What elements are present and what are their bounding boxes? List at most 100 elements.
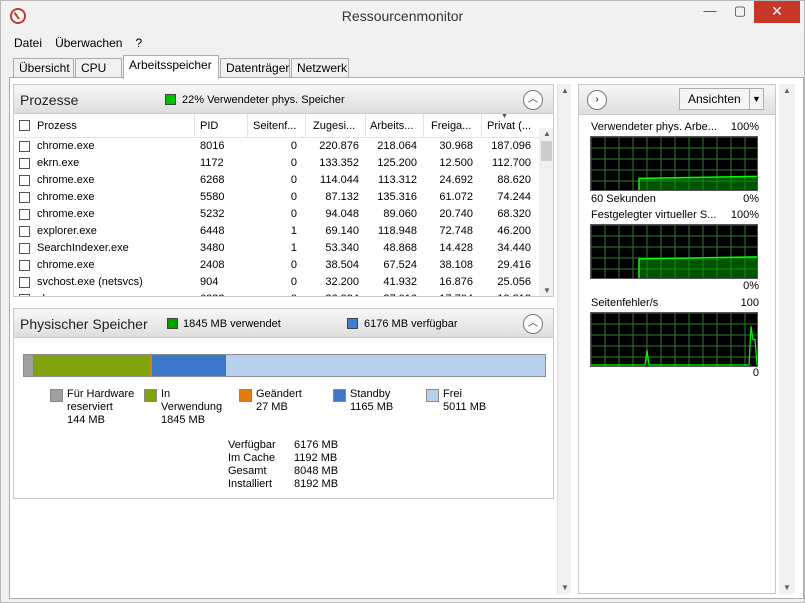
scroll-up-icon[interactable]: ▲ — [561, 86, 569, 95]
scroll-down-icon[interactable]: ▼ — [543, 286, 551, 295]
graph1-timespan: 60 Sekunden — [591, 193, 656, 205]
table-cell: 133.352 — [319, 157, 359, 169]
processes-collapse-button[interactable]: ︿ — [523, 90, 543, 110]
table-row[interactable]: chrome.exe 8016 0 220.876 218.064 30.968 187.0… — [14, 138, 539, 155]
table-cell: 0 — [253, 293, 297, 296]
memory-bar-segment — [24, 355, 33, 376]
table-cell: 46.200 — [497, 225, 531, 237]
tab-content: Prozesse 22% Verwendeter phys. Speicher … — [9, 77, 804, 599]
row-checkbox[interactable] — [19, 226, 30, 237]
table-row[interactable]: SearchIndexer.exe 3480 1 53.340 48.868 14.428… — [14, 240, 539, 257]
table-cell: 0 — [290, 157, 297, 169]
table-cell: explorer.exe — [37, 225, 97, 237]
table-cell: 125.200 — [377, 157, 417, 169]
graph-plot — [591, 225, 757, 278]
table-cell: chrome.exe — [37, 140, 95, 152]
memory-bar-segment — [152, 355, 226, 376]
column-freigabe[interactable]: Freiga... — [431, 120, 481, 132]
row-checkbox[interactable] — [19, 192, 30, 203]
table-cell: 6268 — [200, 174, 225, 186]
memory-summary: Verfügbar 6176 MB Im Cache 1192 MB Gesamt 8… — [228, 439, 339, 490]
legend-hardware-reserved: Für Hardware reserviert 144 MB — [50, 388, 134, 427]
graph-plot — [591, 137, 757, 190]
table-cell: 68.320 — [497, 208, 531, 220]
table-cell: 114.044 — [320, 174, 359, 186]
scroll-up-icon[interactable]: ▲ — [543, 129, 551, 138]
maximize-button[interactable]: ▢ — [725, 1, 755, 23]
graph3-max: 100 — [740, 297, 759, 309]
table-cell: 1 — [290, 242, 297, 254]
minimize-button[interactable]: — — [695, 1, 725, 23]
table-cell: 5232 — [200, 208, 225, 220]
column-seitenfehler[interactable]: Seitenf... — [253, 120, 303, 132]
tab-uebersicht[interactable]: Übersicht — [13, 58, 74, 78]
physical-memory-collapse-button[interactable]: ︿ — [523, 314, 543, 334]
table-row[interactable]: chrome.exe 6832 0 36.984 37.016 17.704 19.312 — [14, 291, 539, 296]
legend-in-use: In Verwendung 1845 MB — [144, 388, 222, 427]
graph2-max: 100% — [730, 209, 759, 221]
process-table-scrollbar[interactable]: ▲ ▼ — [539, 128, 553, 296]
physical-memory-header[interactable]: Physischer Speicher 1845 MB verwendet 61… — [13, 308, 554, 338]
expand-panel-button[interactable]: › — [587, 90, 607, 110]
menu-datei[interactable]: Datei — [10, 34, 46, 52]
close-button[interactable]: ✕ — [754, 1, 800, 23]
table-cell: 32.200 — [325, 276, 359, 288]
legend-standby: Standby 1165 MB — [333, 388, 393, 414]
scroll-thumb[interactable] — [541, 141, 552, 161]
row-checkbox[interactable] — [19, 175, 30, 186]
table-cell: 14.428 — [439, 242, 473, 254]
graph2-label: Festgelegter virtueller S... — [591, 209, 717, 221]
tab-datentraeger[interactable]: Datenträger — [220, 58, 290, 78]
table-cell: 8016 — [200, 140, 225, 152]
processes-status: 22% Verwendeter phys. Speicher — [182, 94, 345, 106]
table-row[interactable]: explorer.exe 6448 1 69.140 118.948 72.748 46.2… — [14, 223, 539, 240]
row-checkbox[interactable] — [19, 294, 30, 296]
tab-netzwerk[interactable]: Netzwerk — [291, 58, 349, 78]
right-pane-scrollbar[interactable]: ▲ ▼ — [779, 84, 795, 594]
column-arbeitssatz[interactable]: Arbeits... — [370, 120, 420, 132]
table-cell: 61.072 — [439, 191, 473, 203]
table-row[interactable]: ekrn.exe 1172 0 133.352 125.200 12.500 112.700 — [14, 155, 539, 172]
graph1-min: 0% — [743, 193, 759, 205]
table-cell: 19.312 — [481, 293, 531, 296]
scroll-up-icon[interactable]: ▲ — [783, 86, 791, 95]
row-checkbox[interactable] — [19, 158, 30, 169]
views-dropdown[interactable]: Ansichten ▼ — [679, 88, 764, 110]
processes-header[interactable]: Prozesse 22% Verwendeter phys. Speicher … — [13, 84, 554, 114]
row-checkbox[interactable] — [19, 141, 30, 152]
row-checkbox[interactable] — [19, 260, 30, 271]
table-cell: 2408 — [200, 259, 225, 271]
table-row[interactable]: chrome.exe 2408 0 38.504 67.524 38.108 29.416 — [14, 257, 539, 274]
memory-usage-bar — [23, 354, 546, 377]
row-checkbox[interactable] — [19, 277, 30, 288]
tab-arbeitsspeicher[interactable]: Arbeitsspeicher — [123, 55, 219, 79]
scroll-down-icon[interactable]: ▼ — [783, 583, 791, 592]
select-all-checkbox[interactable] — [19, 120, 30, 131]
column-privat[interactable]: Privat (... — [487, 120, 537, 132]
column-zugesichert[interactable]: Zugesi... — [313, 120, 361, 132]
menu-help[interactable]: ? — [132, 34, 147, 52]
views-label: Ansichten — [688, 92, 741, 106]
resource-monitor-window: Ressourcenmonitor — ▢ ✕ Datei Überwachen… — [0, 0, 805, 603]
left-pane-scrollbar[interactable]: ▲ ▼ — [557, 84, 571, 594]
column-prozess[interactable]: Prozess — [37, 120, 187, 132]
table-row[interactable]: chrome.exe 6268 0 114.044 113.312 24.692 88.62… — [14, 172, 539, 189]
scroll-down-icon[interactable]: ▼ — [561, 583, 569, 592]
table-cell: 30.968 — [439, 140, 473, 152]
table-cell: 38.504 — [325, 259, 359, 271]
table-cell: 218.064 — [377, 140, 417, 152]
graph-plot — [591, 313, 757, 366]
memory-usage-indicator — [165, 94, 176, 105]
tab-cpu[interactable]: CPU — [75, 58, 122, 78]
table-cell: 48.868 — [383, 242, 417, 254]
table-row[interactable]: chrome.exe 5580 0 87.132 135.316 61.072 74.244 — [14, 189, 539, 206]
table-cell: 118.948 — [378, 225, 417, 237]
chevron-down-icon[interactable]: ▼ — [749, 89, 763, 109]
table-row[interactable]: svchost.exe (netsvcs) 904 0 32.200 41.932 16.… — [14, 274, 539, 291]
row-checkbox[interactable] — [19, 209, 30, 220]
menu-ueberwachen[interactable]: Überwachen — [51, 34, 126, 52]
column-pid[interactable]: PID — [200, 120, 245, 132]
table-row[interactable]: chrome.exe 5232 0 94.048 89.060 20.740 68.320 — [14, 206, 539, 223]
available-memory-text: 6176 MB verfügbar — [364, 318, 458, 330]
row-checkbox[interactable] — [19, 243, 30, 254]
